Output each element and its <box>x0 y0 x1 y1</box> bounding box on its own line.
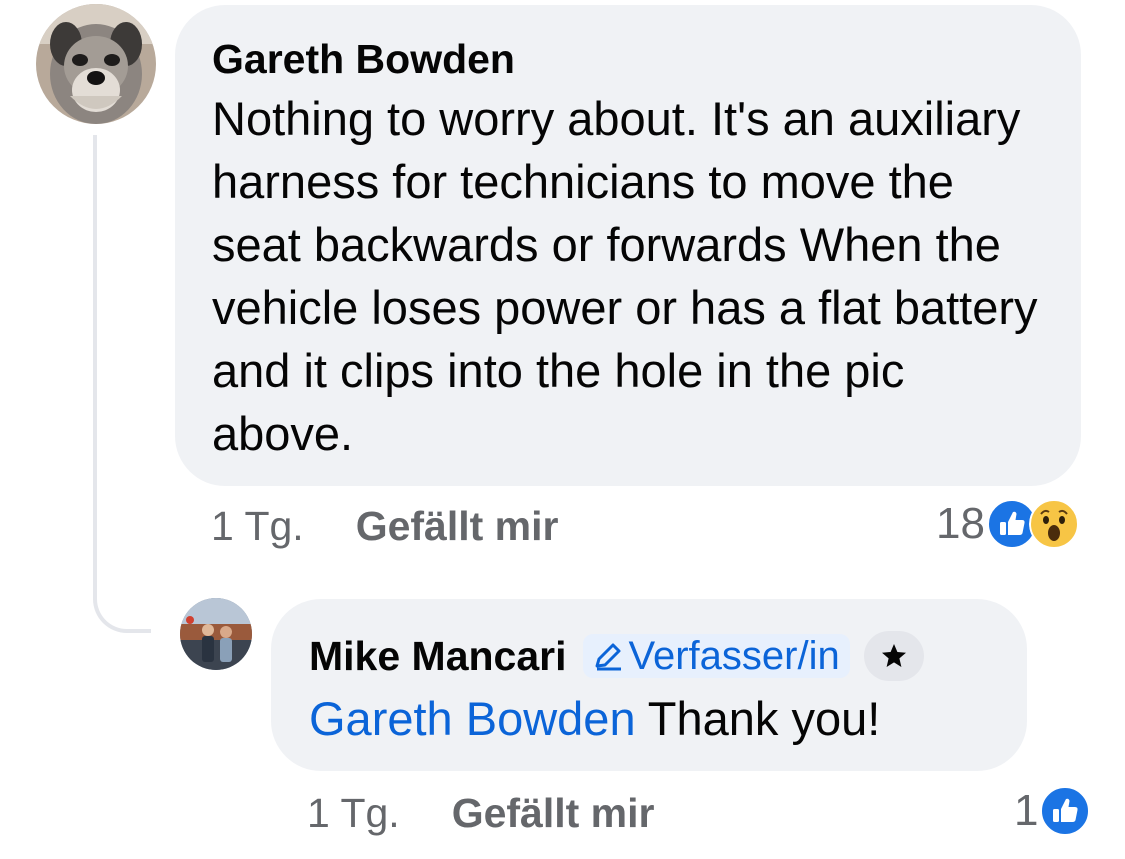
avatar[interactable] <box>180 598 252 670</box>
author-badge: Verfasser/in <box>582 633 850 678</box>
user-photo-avatar-icon <box>180 598 252 670</box>
like-button[interactable]: Gefällt mir <box>356 503 559 550</box>
reply-author[interactable]: Mike Mancari <box>309 630 567 682</box>
star-icon <box>881 644 906 667</box>
avatar[interactable] <box>36 4 156 124</box>
reply-meta: 1 Tg. Gefällt mir <box>307 783 654 843</box>
wow-icon <box>1028 499 1079 549</box>
reply-time[interactable]: 1 Tg. <box>307 790 400 837</box>
reply-bubble: Mike Mancari Verfasser/in Gareth Bowden … <box>271 599 1027 771</box>
reply-text: Gareth Bowden Thank you! <box>309 687 991 751</box>
mention-link[interactable]: Gareth Bowden <box>309 692 636 745</box>
author-badge-label: Verfasser/in <box>628 633 840 678</box>
thread-connector <box>93 135 151 633</box>
comment-thread: Gareth Bowden Nothing to worry about. It… <box>0 0 1125 859</box>
like-button[interactable]: Gefällt mir <box>452 790 655 837</box>
top-fan-button[interactable] <box>863 631 924 681</box>
comment-time[interactable]: 1 Tg. <box>211 503 304 550</box>
comment-meta: 1 Tg. Gefällt mir <box>211 496 558 556</box>
dog-avatar-icon <box>36 4 156 124</box>
reply-message: Thank you! <box>635 692 881 745</box>
comment-bubble: Gareth Bowden Nothing to worry about. It… <box>175 5 1081 486</box>
reaction-summary[interactable]: 18 <box>936 494 1079 554</box>
pencil-icon <box>595 643 621 671</box>
reaction-summary[interactable]: 1 <box>1014 781 1091 841</box>
like-icon <box>1040 786 1091 836</box>
reply-header: Mike Mancari Verfasser/in <box>309 627 991 685</box>
reaction-count: 18 <box>936 499 985 548</box>
reaction-count: 1 <box>1014 786 1039 835</box>
comment-author[interactable]: Gareth Bowden <box>212 33 1045 85</box>
comment-text: Nothing to worry about. It's an auxiliar… <box>212 92 1038 460</box>
